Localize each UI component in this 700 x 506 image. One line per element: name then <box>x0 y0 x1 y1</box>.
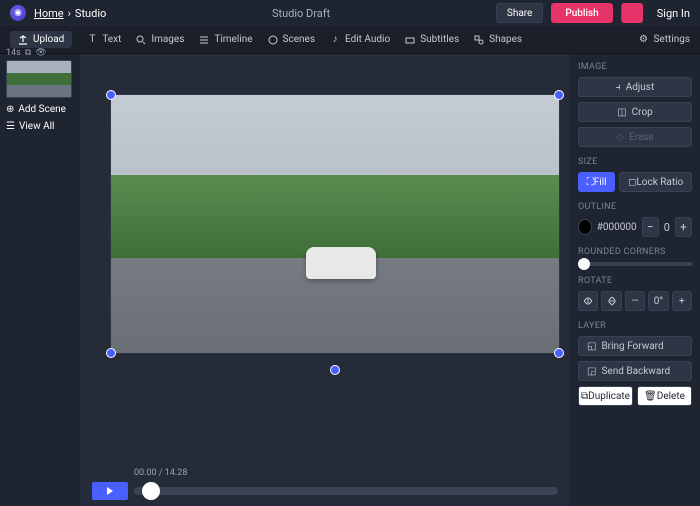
rounded-slider[interactable] <box>578 262 692 266</box>
signin-link[interactable]: Sign In <box>657 7 690 20</box>
duplicate-button[interactable]: ⧉ Duplicate <box>578 386 633 406</box>
gear-icon: ⚙ <box>637 34 649 46</box>
copy-icon[interactable]: ⧉ <box>25 48 31 58</box>
timeline-bar: 00.00 / 14.28 <box>80 464 570 506</box>
erase-button[interactable]: ◇Erase <box>578 127 692 147</box>
subtitles-tool[interactable]: Subtitles <box>404 34 459 46</box>
outline-plus-button[interactable]: + <box>675 217 692 237</box>
outline-color-value: #000000 <box>597 222 637 233</box>
playhead[interactable] <box>142 482 160 500</box>
flip-h-button[interactable] <box>578 291 598 311</box>
play-icon <box>106 487 114 495</box>
breadcrumb: Home › Studio <box>34 7 106 20</box>
crop-button[interactable]: ◫Crop <box>578 102 692 122</box>
plus-icon: ⊕ <box>6 104 14 115</box>
send-backward-button[interactable]: ◲Send Backward <box>578 361 692 381</box>
settings-button[interactable]: ⚙Settings <box>637 34 690 46</box>
scene-thumbnail[interactable] <box>6 60 72 98</box>
lock-icon: ◻ <box>628 177 636 188</box>
logo[interactable]: ◉ <box>10 5 26 21</box>
scenes-sidebar: 14s ⧉ 👁 ⊕Add Scene ☰View All <box>0 54 80 506</box>
top-bar: ◉ Home › Studio Studio Draft Share Publi… <box>0 0 700 26</box>
time-current: 00.00 <box>134 468 157 478</box>
eye-icon[interactable]: 👁 <box>35 48 46 58</box>
fill-button[interactable]: ⛶ Fill <box>578 172 615 192</box>
lock-ratio-button[interactable]: ◻ Lock Ratio <box>619 172 692 192</box>
shapes-tool[interactable]: Shapes <box>473 34 522 46</box>
outline-minus-button[interactable]: − <box>642 217 659 237</box>
flip-v-icon <box>607 296 617 306</box>
sliders-icon: ⫞ <box>616 82 621 93</box>
erase-icon: ◇ <box>616 132 624 143</box>
page-title[interactable]: Studio Draft <box>114 7 488 20</box>
chevron-down-icon <box>632 9 633 17</box>
rotate-minus-button[interactable]: — <box>625 291 645 311</box>
scenes-tool[interactable]: Scenes <box>267 34 315 46</box>
section-rotate: ROTATE <box>578 276 692 286</box>
text-tool[interactable]: TText <box>86 34 121 46</box>
bring-forward-button[interactable]: ◱Bring Forward <box>578 336 692 356</box>
view-all-button[interactable]: ☰View All <box>6 121 74 132</box>
rotate-handle[interactable] <box>330 365 340 375</box>
resize-handle-bl[interactable] <box>106 348 116 358</box>
upload-icon <box>18 35 28 45</box>
section-image: IMAGE <box>578 62 692 72</box>
outline-width-value: 0 <box>664 221 670 234</box>
canvas-area: 00.00 / 14.28 <box>80 54 570 506</box>
fill-icon: ⛶ <box>587 177 594 188</box>
scenes-icon <box>267 34 279 46</box>
section-rounded: ROUNDED CORNERS <box>578 247 692 257</box>
resize-handle-br[interactable] <box>554 348 564 358</box>
publish-button[interactable]: Publish <box>551 3 612 23</box>
share-button[interactable]: Share <box>496 3 543 23</box>
breadcrumb-studio[interactable]: Studio <box>75 7 106 20</box>
properties-panel: IMAGE ⫞Adjust ◫Crop ◇Erase SIZE ⛶ Fill ◻… <box>570 54 700 506</box>
text-icon: T <box>86 34 98 46</box>
list-icon: ☰ <box>6 121 15 132</box>
slider-knob[interactable] <box>578 258 590 270</box>
upload-button[interactable]: Upload <box>10 31 72 48</box>
delete-button[interactable]: 🗑 Delete <box>637 386 692 406</box>
breadcrumb-sep: › <box>68 7 71 20</box>
section-outline: OUTLINE <box>578 202 692 212</box>
backward-icon: ◲ <box>587 366 596 377</box>
forward-icon: ◱ <box>587 341 596 352</box>
images-tool[interactable]: Images <box>135 34 184 46</box>
section-size: SIZE <box>578 157 692 167</box>
search-icon <box>135 34 147 46</box>
audio-tool[interactable]: ♪Edit Audio <box>329 34 390 46</box>
shapes-icon <box>473 34 485 46</box>
copy-icon: ⧉ <box>581 391 588 402</box>
audio-icon: ♪ <box>329 34 341 46</box>
subtitles-icon <box>404 34 416 46</box>
thumb-duration: 14s <box>6 48 21 58</box>
breadcrumb-home[interactable]: Home <box>34 7 64 20</box>
timeline-icon <box>198 34 210 46</box>
canvas-selection[interactable] <box>110 94 560 354</box>
publish-dropdown[interactable] <box>621 3 643 23</box>
timeline-tool[interactable]: Timeline <box>198 34 252 46</box>
trash-icon: 🗑 <box>644 391 657 402</box>
add-scene-button[interactable]: ⊕Add Scene <box>6 104 74 115</box>
resize-handle-tr[interactable] <box>554 90 564 100</box>
resize-handle-tl[interactable] <box>106 90 116 100</box>
rotate-zero-button[interactable]: 0° <box>648 291 668 311</box>
rotate-plus-button[interactable]: + <box>672 291 692 311</box>
crop-icon: ◫ <box>617 107 626 118</box>
flip-v-button[interactable] <box>601 291 621 311</box>
flip-h-icon <box>583 296 593 306</box>
outline-color-swatch[interactable] <box>578 219 592 235</box>
adjust-button[interactable]: ⫞Adjust <box>578 77 692 97</box>
timeline-track[interactable] <box>134 487 558 495</box>
toolbar: Upload TText Images Timeline Scenes ♪Edi… <box>0 26 700 54</box>
section-layer: LAYER <box>578 321 692 331</box>
canvas-image[interactable] <box>111 95 559 353</box>
play-button[interactable] <box>92 482 128 500</box>
time-total: 14.28 <box>165 468 188 478</box>
